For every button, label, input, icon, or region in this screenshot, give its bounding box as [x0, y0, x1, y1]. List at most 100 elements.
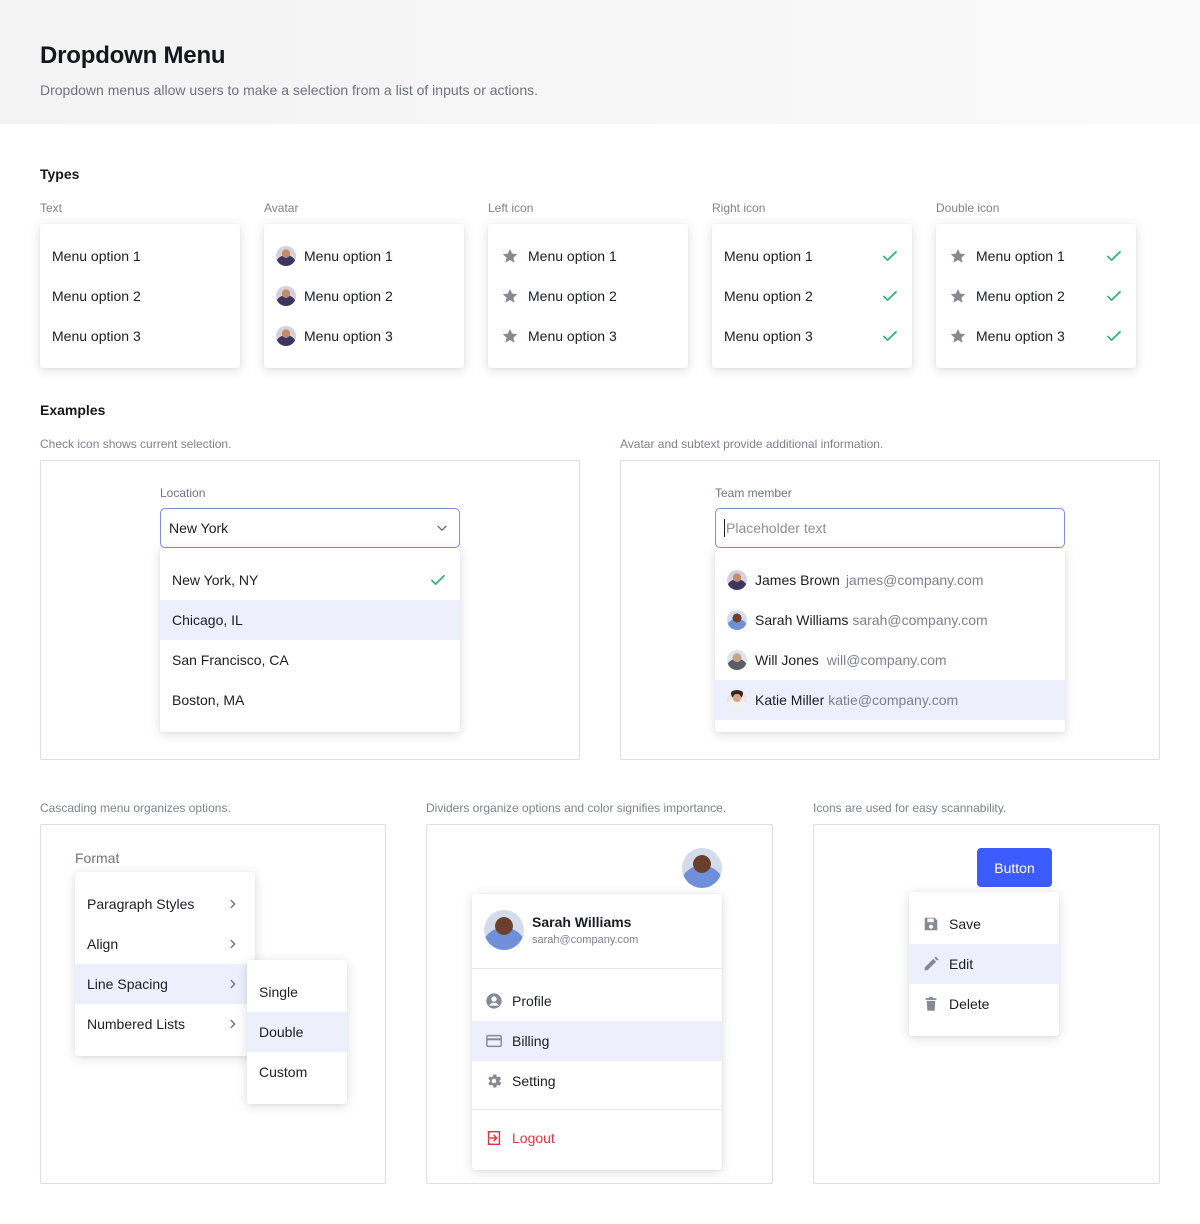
account-name: Sarah Williams — [532, 914, 632, 930]
double-icon-menu: Menu option 1 Menu option 2 Menu option … — [936, 224, 1136, 368]
page-description: Dropdown menus allow users to make a sel… — [40, 82, 539, 98]
type-label-text: Text — [40, 201, 63, 215]
text-menu: Menu option 1 Menu option 2 Menu option … — [40, 224, 240, 368]
left-icon-menu: Menu option 1 Menu option 2 Menu option … — [488, 224, 688, 368]
trash-icon — [921, 994, 941, 1014]
type-label-double-icon: Double icon — [936, 201, 1000, 215]
account-email: sarah@company.com — [532, 934, 639, 946]
types-heading: Types — [40, 166, 80, 182]
account-header: Sarah Williams sarah@company.com — [472, 906, 722, 956]
format-option-paragraph-styles[interactable]: Paragraph Styles — [75, 884, 255, 924]
menu-item-profile[interactable]: Profile — [472, 981, 722, 1021]
team-dropdown: James Brown james@company.com Sarah Willi… — [715, 548, 1065, 732]
team-member-option[interactable]: Katie Miller katie@company.com — [715, 680, 1065, 720]
gear-icon — [484, 1071, 504, 1091]
chevron-right-icon — [223, 1014, 243, 1034]
submenu-option-double[interactable]: Double — [247, 1012, 347, 1052]
divider — [472, 968, 722, 969]
avatar-menu: Menu option 1 Menu option 2 Menu option … — [264, 224, 464, 368]
team-search-input[interactable]: Placeholder text — [715, 508, 1065, 548]
location-caption: Check icon shows current selection. — [40, 437, 232, 451]
user-avatar-button[interactable] — [682, 848, 722, 888]
menu-option[interactable]: Menu option 2 — [488, 276, 688, 316]
avatar — [276, 246, 296, 266]
cascading-caption: Cascading menu organizes options. — [40, 801, 231, 815]
credit-card-icon — [484, 1031, 504, 1051]
check-icon — [880, 246, 900, 266]
star-icon — [500, 246, 520, 266]
menu-option[interactable]: Menu option 3 — [712, 316, 912, 356]
icons-caption: Icons are used for easy scannability. — [813, 801, 1007, 815]
avatar — [727, 610, 747, 630]
menu-item-setting[interactable]: Setting — [472, 1061, 722, 1101]
format-option-align[interactable]: Align — [75, 924, 255, 964]
location-option[interactable]: New York, NY — [160, 560, 460, 600]
pencil-icon — [921, 954, 941, 974]
save-icon — [921, 914, 941, 934]
location-option[interactable]: Chicago, IL — [160, 600, 460, 640]
menu-option[interactable]: Menu option 1 — [488, 236, 688, 276]
location-option[interactable]: San Francisco, CA — [160, 640, 460, 680]
avatar — [276, 326, 296, 346]
star-icon — [500, 326, 520, 346]
page-header: Dropdown Menu Dropdown menus allow users… — [0, 0, 1200, 124]
chevron-down-icon — [435, 521, 449, 538]
menu-item-billing[interactable]: Billing — [472, 1021, 722, 1061]
menu-option[interactable]: Menu option 1 — [712, 236, 912, 276]
star-icon — [948, 246, 968, 266]
page-title: Dropdown Menu — [40, 42, 226, 69]
check-icon — [880, 326, 900, 346]
menu-option[interactable]: Menu option 1 — [40, 236, 240, 276]
avatar — [727, 570, 747, 590]
format-option-line-spacing[interactable]: Line Spacing — [75, 964, 255, 1004]
actions-menu: Save Edit Delete — [909, 892, 1059, 1036]
check-icon — [1104, 326, 1124, 346]
star-icon — [500, 286, 520, 306]
account-menu: Sarah Williams sarah@company.com Profile… — [472, 894, 722, 1170]
avatar — [484, 910, 524, 950]
location-option[interactable]: Boston, MA — [160, 680, 460, 720]
menu-option[interactable]: Menu option 3 — [936, 316, 1136, 356]
menu-option[interactable]: Menu option 3 — [488, 316, 688, 356]
menu-option[interactable]: Menu option 1 — [264, 236, 464, 276]
menu-option[interactable]: Menu option 2 — [40, 276, 240, 316]
format-menu: Paragraph Styles Align Line Spacing Numb… — [75, 872, 255, 1056]
primary-button[interactable]: Button — [977, 848, 1052, 887]
menu-item-save[interactable]: Save — [909, 904, 1059, 944]
check-icon — [428, 570, 448, 590]
chevron-right-icon — [223, 934, 243, 954]
avatar — [276, 286, 296, 306]
menu-option[interactable]: Menu option 3 — [264, 316, 464, 356]
chevron-right-icon — [223, 974, 243, 994]
team-member-option[interactable]: James Brown james@company.com — [715, 560, 1065, 600]
type-label-right-icon: Right icon — [712, 201, 766, 215]
menu-item-delete[interactable]: Delete — [909, 984, 1059, 1024]
format-label: Format — [75, 850, 120, 866]
star-icon — [948, 286, 968, 306]
right-icon-menu: Menu option 1 Menu option 2 Menu option … — [712, 224, 912, 368]
team-member-option[interactable]: Sarah Williams sarah@company.com — [715, 600, 1065, 640]
line-spacing-submenu: Single Double Custom — [247, 960, 347, 1104]
location-select[interactable]: New York — [160, 508, 460, 548]
location-label: Location — [160, 486, 206, 500]
user-circle-icon — [484, 991, 504, 1011]
location-dropdown: New York, NY Chicago, IL San Francisco, … — [160, 548, 460, 732]
team-caption: Avatar and subtext provide additional in… — [620, 437, 884, 451]
menu-option[interactable]: Menu option 2 — [264, 276, 464, 316]
submenu-option-single[interactable]: Single — [247, 972, 347, 1012]
menu-item-logout[interactable]: Logout — [472, 1118, 722, 1158]
submenu-option-custom[interactable]: Custom — [247, 1052, 347, 1092]
format-option-numbered-lists[interactable]: Numbered Lists — [75, 1004, 255, 1044]
menu-option[interactable]: Menu option 2 — [712, 276, 912, 316]
menu-option[interactable]: Menu option 2 — [936, 276, 1136, 316]
team-member-option[interactable]: Will Jones will@company.com — [715, 640, 1065, 680]
menu-item-edit[interactable]: Edit — [909, 944, 1059, 984]
menu-option[interactable]: Menu option 1 — [936, 236, 1136, 276]
type-label-avatar: Avatar — [264, 201, 299, 215]
check-icon — [1104, 246, 1124, 266]
menu-option[interactable]: Menu option 3 — [40, 316, 240, 356]
chevron-right-icon — [223, 894, 243, 914]
avatar — [727, 650, 747, 670]
star-icon — [948, 326, 968, 346]
examples-heading: Examples — [40, 402, 106, 418]
